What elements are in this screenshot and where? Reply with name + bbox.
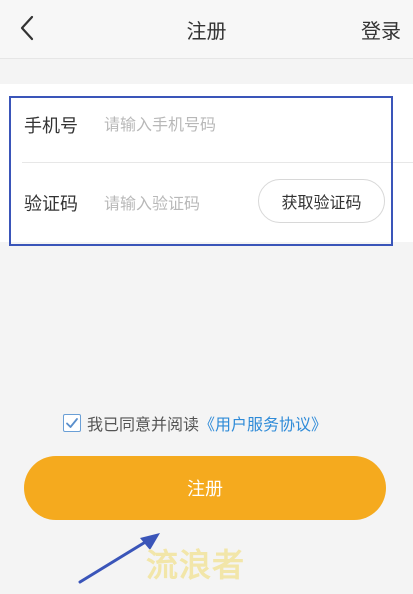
phone-label: 手机号 [24,116,78,137]
register-form: 手机号 验证码 获取验证码 [0,84,413,242]
login-link[interactable]: 登录 [361,15,401,44]
top-nav-bar: 注册 登录 [0,0,413,59]
agreement-checkbox[interactable] [63,414,81,432]
get-code-button[interactable]: 获取验证码 [258,179,385,223]
page-title: 注册 [186,19,227,43]
register-button[interactable]: 注册 [24,456,386,520]
verification-code-input[interactable] [104,191,244,215]
watermark: 流浪者 [146,546,246,584]
phone-input[interactable] [104,112,364,136]
code-label: 验证码 [24,194,78,215]
divider [22,162,413,163]
user-service-agreement-link[interactable]: 《用户服务协议》 [199,411,327,435]
agreement-text: 我已同意并阅读 [87,415,200,434]
checkmark-icon [66,418,78,428]
agreement-row: 我已同意并阅读 《用户服务协议》 [63,412,327,434]
